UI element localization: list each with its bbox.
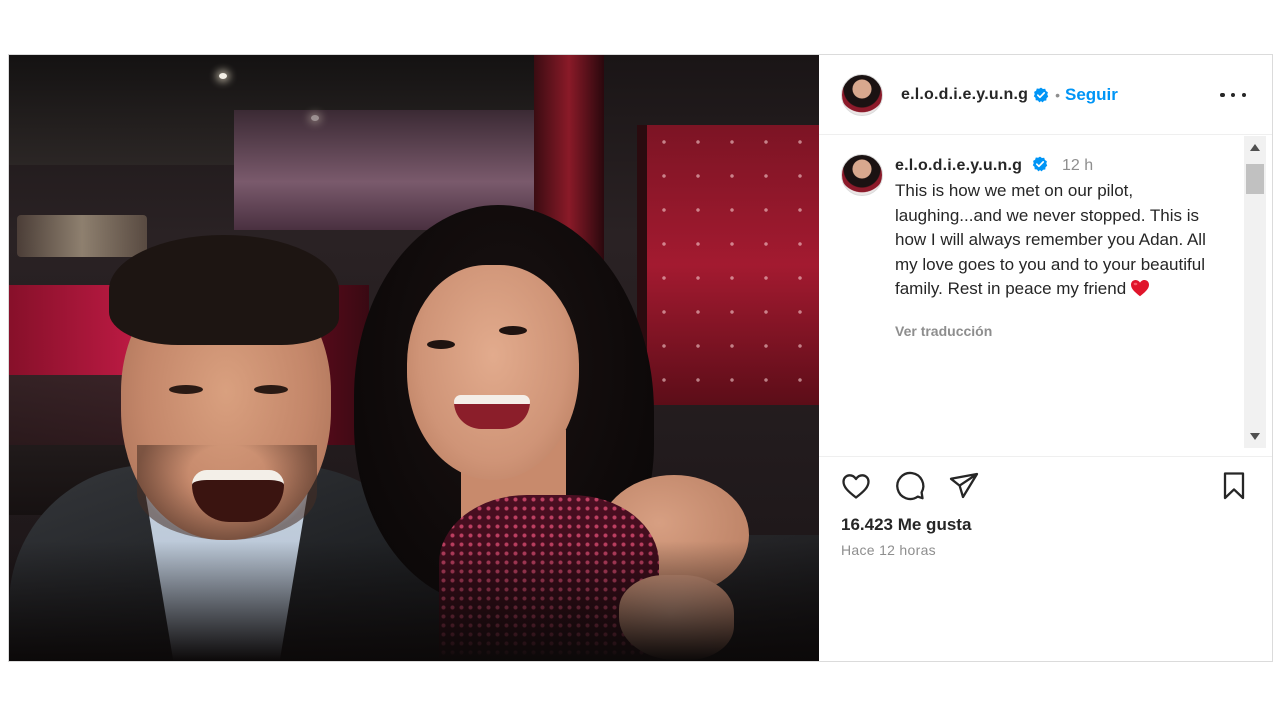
post-header: e.l.o.d.i.e.y.u.n.g • Seguir — [819, 55, 1272, 135]
tufted-panel — [637, 125, 819, 405]
verified-badge-icon — [1032, 156, 1047, 172]
post-side-panel: e.l.o.d.i.e.y.u.n.g • Seguir e.l.o.d.i.e… — [819, 55, 1272, 661]
post-photo[interactable] — [9, 55, 819, 661]
woman-eye — [499, 326, 527, 335]
ceiling-light — [311, 115, 319, 121]
post-timestamp[interactable]: Hace 12 horas — [841, 542, 936, 558]
more-horizontal-icon[interactable] — [1220, 85, 1246, 105]
caption-timestamp[interactable]: 12 h — [1062, 157, 1093, 174]
caption-body: This is how we met on our pilot, laughin… — [895, 181, 1206, 298]
scroll-down-arrow-icon[interactable] — [1250, 433, 1260, 440]
follow-button[interactable]: Seguir — [1065, 85, 1118, 105]
woman-eye — [427, 340, 455, 349]
comments-scrollbar[interactable] — [1244, 136, 1266, 448]
man-eye — [254, 385, 288, 394]
bookmark-icon[interactable] — [1217, 469, 1251, 503]
author-avatar[interactable] — [841, 73, 883, 116]
red-heart-emoji-icon — [1131, 280, 1150, 297]
caption-area: e.l.o.d.i.e.y.u.n.g 12 h This is how we … — [819, 136, 1244, 456]
neon-sign — [17, 215, 147, 257]
likes-count[interactable]: 16.423 Me gusta — [841, 515, 971, 535]
instagram-post: e.l.o.d.i.e.y.u.n.g • Seguir e.l.o.d.i.e… — [8, 54, 1273, 662]
scrollbar-thumb[interactable] — [1246, 164, 1264, 194]
verified-badge-icon — [1033, 87, 1049, 102]
comment-icon[interactable] — [893, 469, 927, 503]
man-hair — [109, 235, 339, 345]
caption-text: This is how we met on our pilot, laughin… — [895, 179, 1225, 302]
caption-username[interactable]: e.l.o.d.i.e.y.u.n.g — [895, 157, 1022, 174]
share-icon[interactable] — [947, 469, 981, 503]
heart-icon[interactable] — [839, 469, 873, 503]
caption-author-avatar[interactable] — [841, 154, 883, 196]
woman-face — [407, 265, 579, 480]
separator-dot: • — [1055, 86, 1060, 103]
ceiling-light — [219, 73, 227, 79]
scroll-up-arrow-icon[interactable] — [1250, 144, 1260, 151]
caption-header: e.l.o.d.i.e.y.u.n.g 12 h — [895, 156, 1093, 175]
man-eye — [169, 385, 203, 394]
woman-mouth — [454, 395, 530, 429]
photo-shadow — [9, 541, 819, 661]
see-translation-link[interactable]: Ver traducción — [895, 323, 992, 339]
author-username[interactable]: e.l.o.d.i.e.y.u.n.g — [901, 86, 1028, 104]
action-bar — [819, 456, 1272, 516]
